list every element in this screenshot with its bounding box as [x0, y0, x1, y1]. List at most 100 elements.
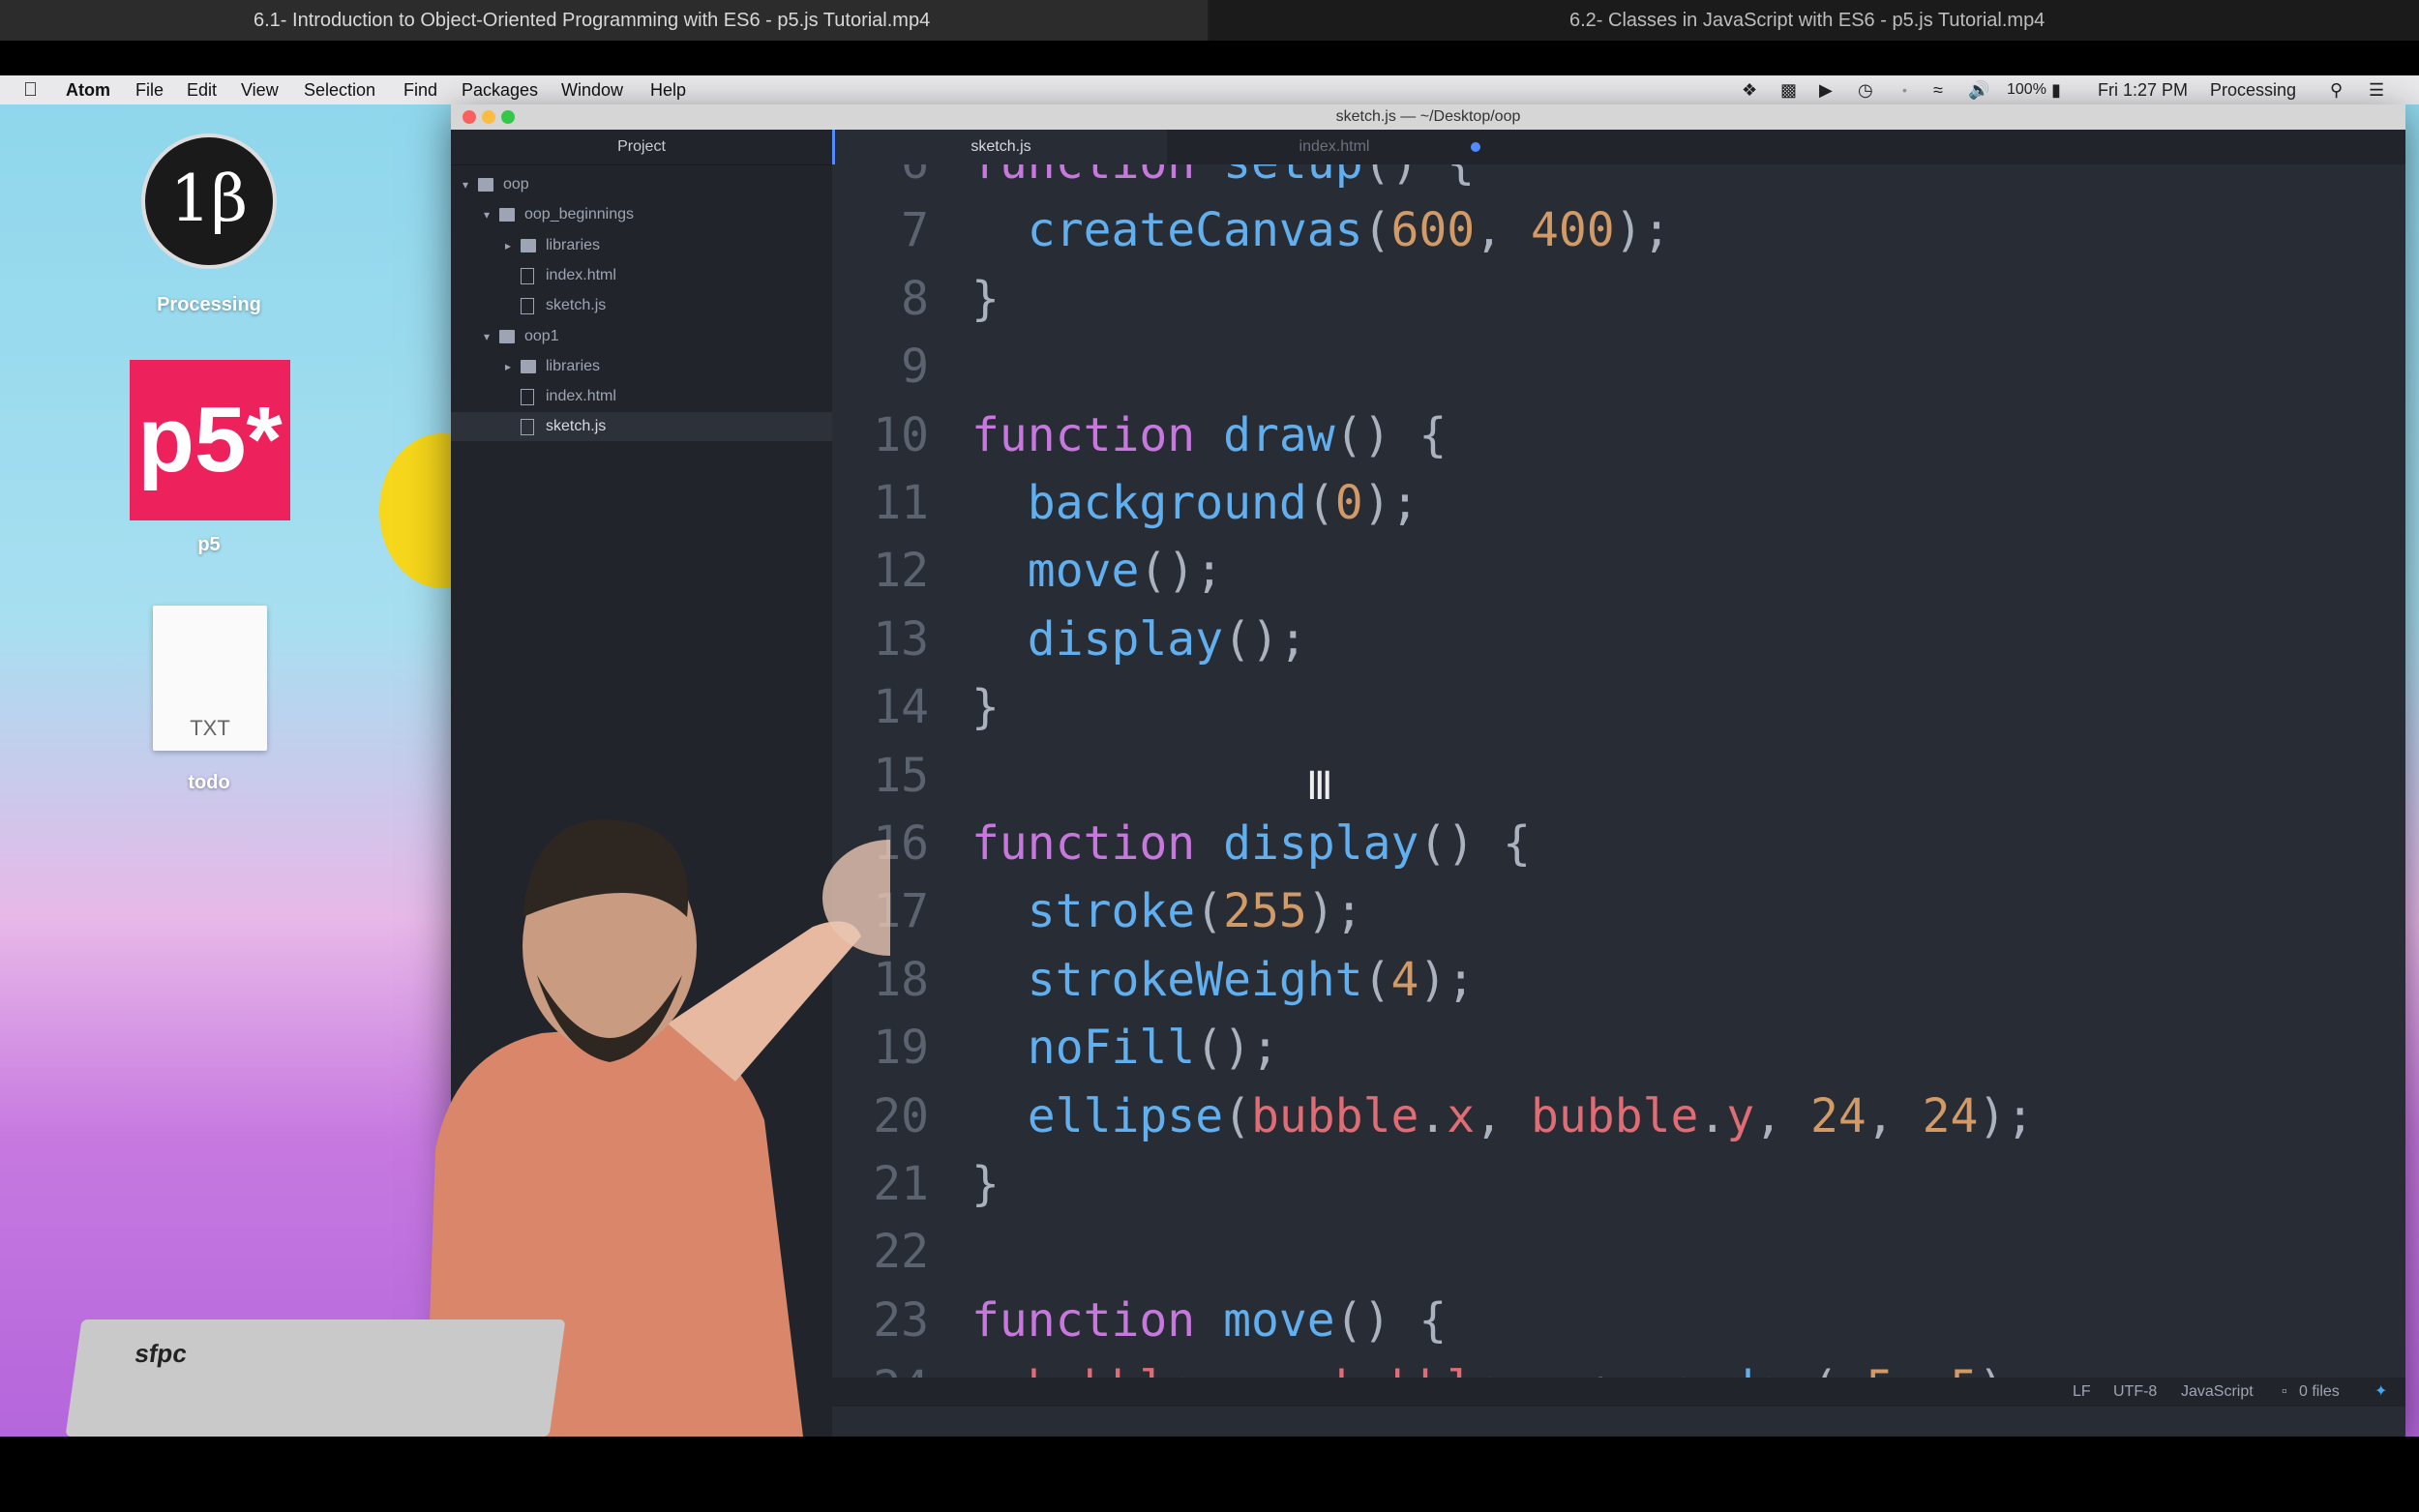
time-machine-icon[interactable]: ◷: [1858, 75, 1873, 104]
menu-view[interactable]: View: [241, 75, 279, 104]
menu-find[interactable]: Find: [403, 75, 437, 104]
code-token: );: [1306, 884, 1363, 939]
chevron-down-icon[interactable]: ▾: [484, 322, 490, 351]
video-frame:  Atom File Edit View Selection Find Pac…: [0, 75, 2419, 1437]
code-line: strokeWeight(4);: [971, 953, 1475, 1007]
tab-index-html[interactable]: index.html: [1167, 130, 1502, 164]
user-menu[interactable]: Processing: [2210, 75, 2296, 104]
apple-icon[interactable]: : [23, 75, 38, 104]
menu-packages[interactable]: Packages: [462, 75, 538, 104]
clock[interactable]: Fri 1:27 PM: [2098, 75, 2188, 104]
text-cursor-icon: Ⅲ: [1306, 764, 1333, 809]
airplay-icon[interactable]: ▶: [1819, 75, 1833, 104]
code-token: 0: [1334, 476, 1363, 530]
code-token: ();: [1139, 544, 1224, 599]
spotlight-search-icon[interactable]: ⚲: [2330, 75, 2343, 104]
menu-file[interactable]: File: [135, 75, 164, 104]
code-line: background(0);: [971, 476, 1419, 530]
code-token: .: [1503, 1361, 1531, 1378]
code-token: bubble: [1028, 1361, 1195, 1378]
code-token: bubble: [1251, 1088, 1419, 1143]
tree-view-header: Project: [451, 130, 832, 165]
dropbox-icon[interactable]: ❖: [1742, 75, 1757, 104]
tree-item-label: sketch.js: [546, 297, 607, 314]
code-token: (: [1195, 884, 1224, 939]
modified-indicator-icon: [1471, 142, 1480, 152]
processing-app-icon[interactable]: 1β: [141, 133, 277, 269]
code-token: }: [971, 271, 1000, 326]
notification-center-icon[interactable]: ☰: [2369, 75, 2384, 104]
code-token: draw: [1223, 407, 1335, 462]
tab-bar: sketch.js index.html: [832, 130, 2405, 164]
code-token: x: [1531, 1361, 1559, 1378]
tab-index-html-label: index.html: [1299, 138, 1370, 155]
line-ending-indicator[interactable]: LF: [2073, 1378, 2091, 1407]
code-token: x: [1447, 1088, 1476, 1143]
menu-help[interactable]: Help: [650, 75, 686, 104]
bird-icon[interactable]: ✦: [2374, 1378, 2387, 1407]
tree-item[interactable]: ▸ libraries: [451, 352, 832, 381]
code-token: .: [1195, 1361, 1223, 1378]
menu-selection[interactable]: Selection: [304, 75, 375, 104]
code-token: }: [971, 1157, 1000, 1211]
p5-app-icon[interactable]: p5*: [130, 360, 290, 520]
volume-icon[interactable]: 🔊: [1968, 75, 1989, 104]
code-line: stroke(255);: [971, 884, 1363, 938]
chevron-down-icon[interactable]: ▾: [463, 170, 468, 199]
tree-item[interactable]: ▾ oop_beginnings: [451, 200, 832, 229]
battery-icon[interactable]: ▮: [2051, 75, 2061, 104]
tree-item[interactable]: sketch.js: [451, 291, 832, 320]
code-token: );: [1614, 203, 1671, 258]
files-count[interactable]: 0 files: [2299, 1378, 2340, 1407]
tree-item-label: oop1: [524, 327, 559, 344]
code-token: background: [1027, 476, 1307, 530]
tree-item[interactable]: index.html: [451, 261, 832, 290]
code-editor[interactable]: 6function setup() {7 createCanvas(600, 4…: [832, 164, 2405, 1378]
menu-app-atom[interactable]: Atom: [66, 75, 110, 104]
line-number: 10: [873, 407, 929, 462]
tree-item[interactable]: ▸ libraries: [451, 231, 832, 260]
menu-edit[interactable]: Edit: [187, 75, 217, 104]
todo-icon-label: todo: [188, 772, 230, 793]
tab-sketch-js[interactable]: sketch.js: [832, 130, 1167, 164]
editor-pane: sketch.js index.html 6function setup() {…: [832, 130, 2405, 1378]
code-line: function setup() {: [971, 164, 1475, 190]
code-token: () {: [1419, 816, 1531, 871]
chevron-right-icon[interactable]: ▸: [505, 231, 511, 260]
code-token: ,: [1866, 1088, 1923, 1143]
grammar-indicator[interactable]: JavaScript: [2181, 1378, 2254, 1407]
code-token: function: [971, 164, 1223, 190]
tree-item[interactable]: ▾ oop: [451, 170, 832, 199]
mac-menubar:  Atom File Edit View Selection Find Pac…: [0, 75, 2419, 104]
tree-item-label: sketch.js: [546, 418, 607, 435]
video-tab-2[interactable]: 6.2- Classes in JavaScript with ES6 - p5…: [1210, 0, 2419, 41]
code-token: +: [1559, 1361, 1643, 1378]
code-token: stroke: [1027, 884, 1196, 939]
video-tab-1[interactable]: 6.1- Introduction to Object-Oriented Pro…: [0, 0, 1208, 41]
code-token: );: [1978, 1088, 2035, 1143]
menu-window[interactable]: Window: [561, 75, 623, 104]
p5-icon-label: p5: [197, 534, 221, 555]
tree-item[interactable]: index.html: [451, 382, 832, 411]
code-line: createCanvas(600, 400);: [971, 203, 1671, 258]
code-token: 5: [1951, 1361, 1979, 1378]
code-token: () {: [1334, 407, 1448, 462]
encoding-indicator[interactable]: UTF-8: [2113, 1378, 2157, 1407]
chevron-down-icon[interactable]: ▾: [484, 200, 490, 229]
code-token: .: [1419, 1088, 1448, 1143]
window-titlebar[interactable]: sketch.js — ~/Desktop/oop: [451, 104, 2405, 130]
display-icon[interactable]: ▩: [1780, 75, 1797, 104]
tree-item[interactable]: sketch.js: [451, 412, 832, 442]
code-token: .: [1698, 1088, 1727, 1143]
processing-logo-glyph: 1β: [169, 162, 249, 236]
code-line: function display() {: [971, 816, 1531, 871]
wifi-icon[interactable]: ≈: [1933, 75, 1943, 104]
chevron-right-icon[interactable]: ▸: [505, 352, 511, 381]
bluetooth-icon[interactable]: •: [1902, 75, 1907, 104]
tree-item[interactable]: ▾ oop1: [451, 322, 832, 351]
file-icon: [521, 298, 534, 315]
todo-file-icon[interactable]: TXT: [153, 606, 267, 751]
